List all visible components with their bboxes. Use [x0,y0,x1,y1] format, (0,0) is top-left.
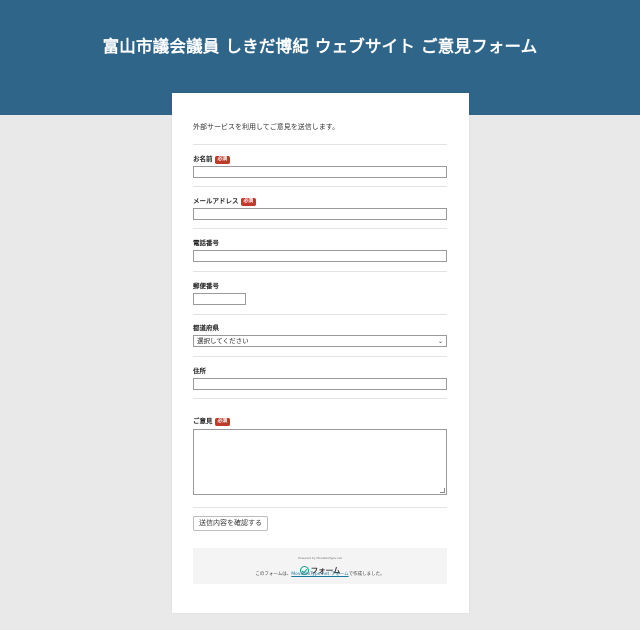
credit-link[interactable]: MovableType.net フォーム [291,572,348,577]
prefecture-label: 都道府県 [193,324,219,332]
postal-label: 郵便番号 [193,282,219,290]
form-card: 外部サービスを利用してご意見を送信します。 お名前 必須 メールアドレス 必須 電話… [172,93,469,613]
address-label: 住所 [193,367,206,375]
chevron-down-icon: ⌄ [437,338,443,345]
required-badge: 必須 [214,418,231,426]
resize-handle-icon[interactable] [440,488,445,493]
divider [193,314,447,315]
form-intro: 外部サービスを利用してご意見を送信します。 [193,123,340,131]
divider [193,271,447,272]
divider [193,144,447,145]
divider [193,507,447,508]
credit-suffix: で作成しました。 [348,572,385,577]
divider [193,228,447,229]
brand-powered-by: Powered by MovableType.net [298,556,342,560]
divider [193,398,447,399]
opinion-textarea[interactable] [193,429,447,495]
phone-input[interactable] [193,250,447,262]
phone-label: 電話番号 [193,239,219,247]
required-badge: 必須 [214,156,231,164]
prefecture-selected: 選択してください [197,337,249,345]
name-label: お名前 必須 [193,154,231,164]
footer-credit: このフォームは、MovableType.net フォームで作成しました。 [193,572,447,578]
address-input[interactable] [193,378,447,390]
name-input[interactable] [193,166,447,178]
page-title: 富山市議会議員 しきだ博紀 ウェブサイト ご意見フォーム [102,37,538,56]
prefecture-select[interactable]: 選択してください ⌄ [193,335,447,347]
email-label: メールアドレス 必須 [193,196,257,206]
email-input[interactable] [193,208,447,220]
divider [193,356,447,357]
opinion-label-text: ご意見 [193,417,213,425]
email-label-text: メールアドレス [193,197,239,205]
name-label-text: お名前 [193,155,213,163]
required-badge: 必須 [240,198,257,206]
form-footer: Powered by MovableType.net フォーム このフォームは、… [193,548,447,584]
opinion-label: ご意見 必須 [193,416,231,426]
confirm-button[interactable]: 送信内容を確認する [193,516,268,531]
credit-prefix: このフォームは、 [255,572,292,577]
postal-input[interactable] [193,293,246,305]
divider [193,186,447,187]
